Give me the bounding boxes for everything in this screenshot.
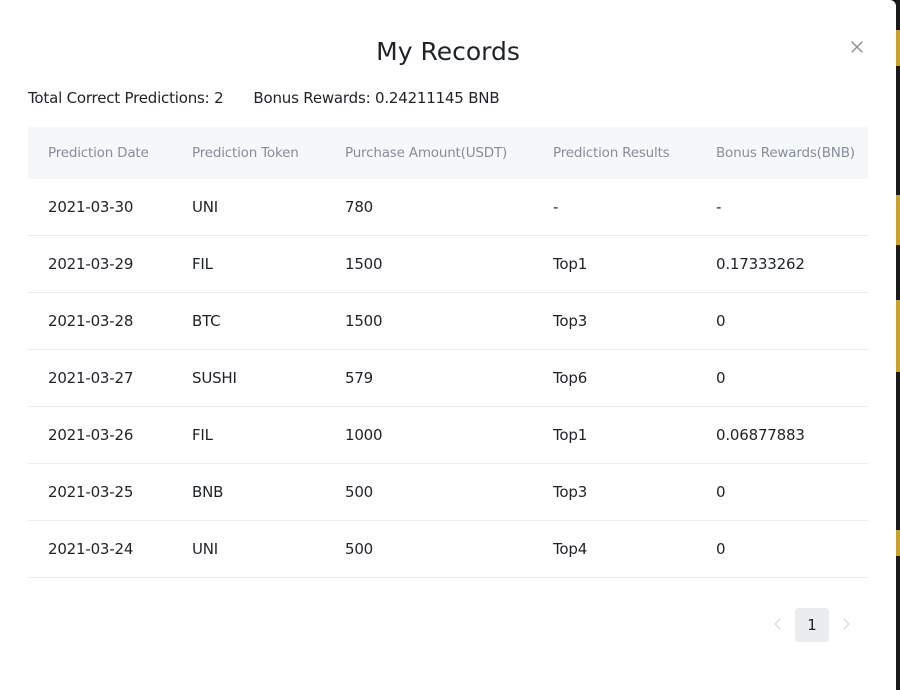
cell-result: Top4: [553, 540, 588, 558]
cell-result: Top3: [553, 483, 588, 501]
cell-amount: 1500: [345, 312, 383, 330]
cell-date: 2021-03-25: [48, 483, 134, 501]
table-row: 2021-03-26 FIL 1000 Top1 0.06877883: [28, 407, 868, 464]
cell-reward: 0: [716, 312, 726, 330]
table-row: 2021-03-28 BTC 1500 Top3 0: [28, 293, 868, 350]
records-table: Prediction Date Prediction Token Purchas…: [28, 127, 868, 578]
close-icon: [846, 36, 868, 58]
header-purchase-amount: Purchase Amount(USDT): [345, 145, 508, 161]
page-number-button[interactable]: 1: [795, 608, 829, 642]
cell-result: Top3: [553, 312, 588, 330]
cell-token: FIL: [192, 255, 213, 273]
cell-amount: 500: [345, 483, 374, 501]
cell-result: Top6: [553, 369, 588, 387]
chevron-left-icon: [772, 616, 784, 635]
cell-amount: 1500: [345, 255, 383, 273]
cell-token: SUSHI: [192, 369, 237, 387]
modal-title: My Records: [376, 37, 520, 66]
background-accent-mark: [896, 530, 900, 556]
table-row: 2021-03-24 UNI 500 Top4 0: [28, 521, 868, 578]
cell-result: Top1: [553, 426, 588, 444]
background-accent-mark: [896, 195, 900, 245]
cell-reward: 0.17333262: [716, 255, 805, 273]
records-summary: Total Correct Predictions: 2 Bonus Rewar…: [28, 87, 500, 109]
cell-amount: 579: [345, 369, 374, 387]
cell-amount: 1000: [345, 426, 383, 444]
cell-token: BNB: [192, 483, 224, 501]
table-row: 2021-03-30 UNI 780 - -: [28, 179, 868, 236]
cell-reward: -: [716, 198, 722, 216]
header-prediction-date: Prediction Date: [48, 145, 149, 161]
header-bonus-rewards: Bonus Rewards(BNB): [716, 145, 855, 161]
background-accent-mark: [896, 300, 900, 372]
table-row: 2021-03-25 BNB 500 Top3 0: [28, 464, 868, 521]
cell-reward: 0: [716, 483, 726, 501]
prev-page-button[interactable]: [764, 608, 792, 642]
header-prediction-token: Prediction Token: [192, 145, 299, 161]
cell-token: UNI: [192, 198, 219, 216]
cell-date: 2021-03-30: [48, 198, 134, 216]
bonus-rewards-total: Bonus Rewards: 0.24211145 BNB: [253, 89, 500, 107]
table-header: Prediction Date Prediction Token Purchas…: [28, 127, 868, 179]
cell-date: 2021-03-27: [48, 369, 134, 387]
cell-token: FIL: [192, 426, 213, 444]
cell-reward: 0.06877883: [716, 426, 805, 444]
table-row: 2021-03-29 FIL 1500 Top1 0.17333262: [28, 236, 868, 293]
records-modal: My Records Total Correct Predictions: 2 …: [0, 0, 896, 690]
cell-amount: 780: [345, 198, 374, 216]
cell-reward: 0: [716, 369, 726, 387]
cell-reward: 0: [716, 540, 726, 558]
cell-date: 2021-03-24: [48, 540, 134, 558]
next-page-button[interactable]: [832, 608, 860, 642]
cell-token: BTC: [192, 312, 221, 330]
table-row: 2021-03-27 SUSHI 579 Top6 0: [28, 350, 868, 407]
pagination: 1: [764, 608, 860, 642]
cell-date: 2021-03-29: [48, 255, 134, 273]
chevron-right-icon: [840, 616, 852, 635]
cell-result: Top1: [553, 255, 588, 273]
cell-token: UNI: [192, 540, 219, 558]
cell-date: 2021-03-28: [48, 312, 134, 330]
cell-date: 2021-03-26: [48, 426, 134, 444]
cell-result: -: [553, 198, 559, 216]
close-button[interactable]: [846, 36, 868, 58]
cell-amount: 500: [345, 540, 374, 558]
background-accent-mark: [896, 30, 900, 66]
total-correct-predictions: Total Correct Predictions: 2: [28, 89, 224, 107]
header-prediction-results: Prediction Results: [553, 145, 670, 161]
